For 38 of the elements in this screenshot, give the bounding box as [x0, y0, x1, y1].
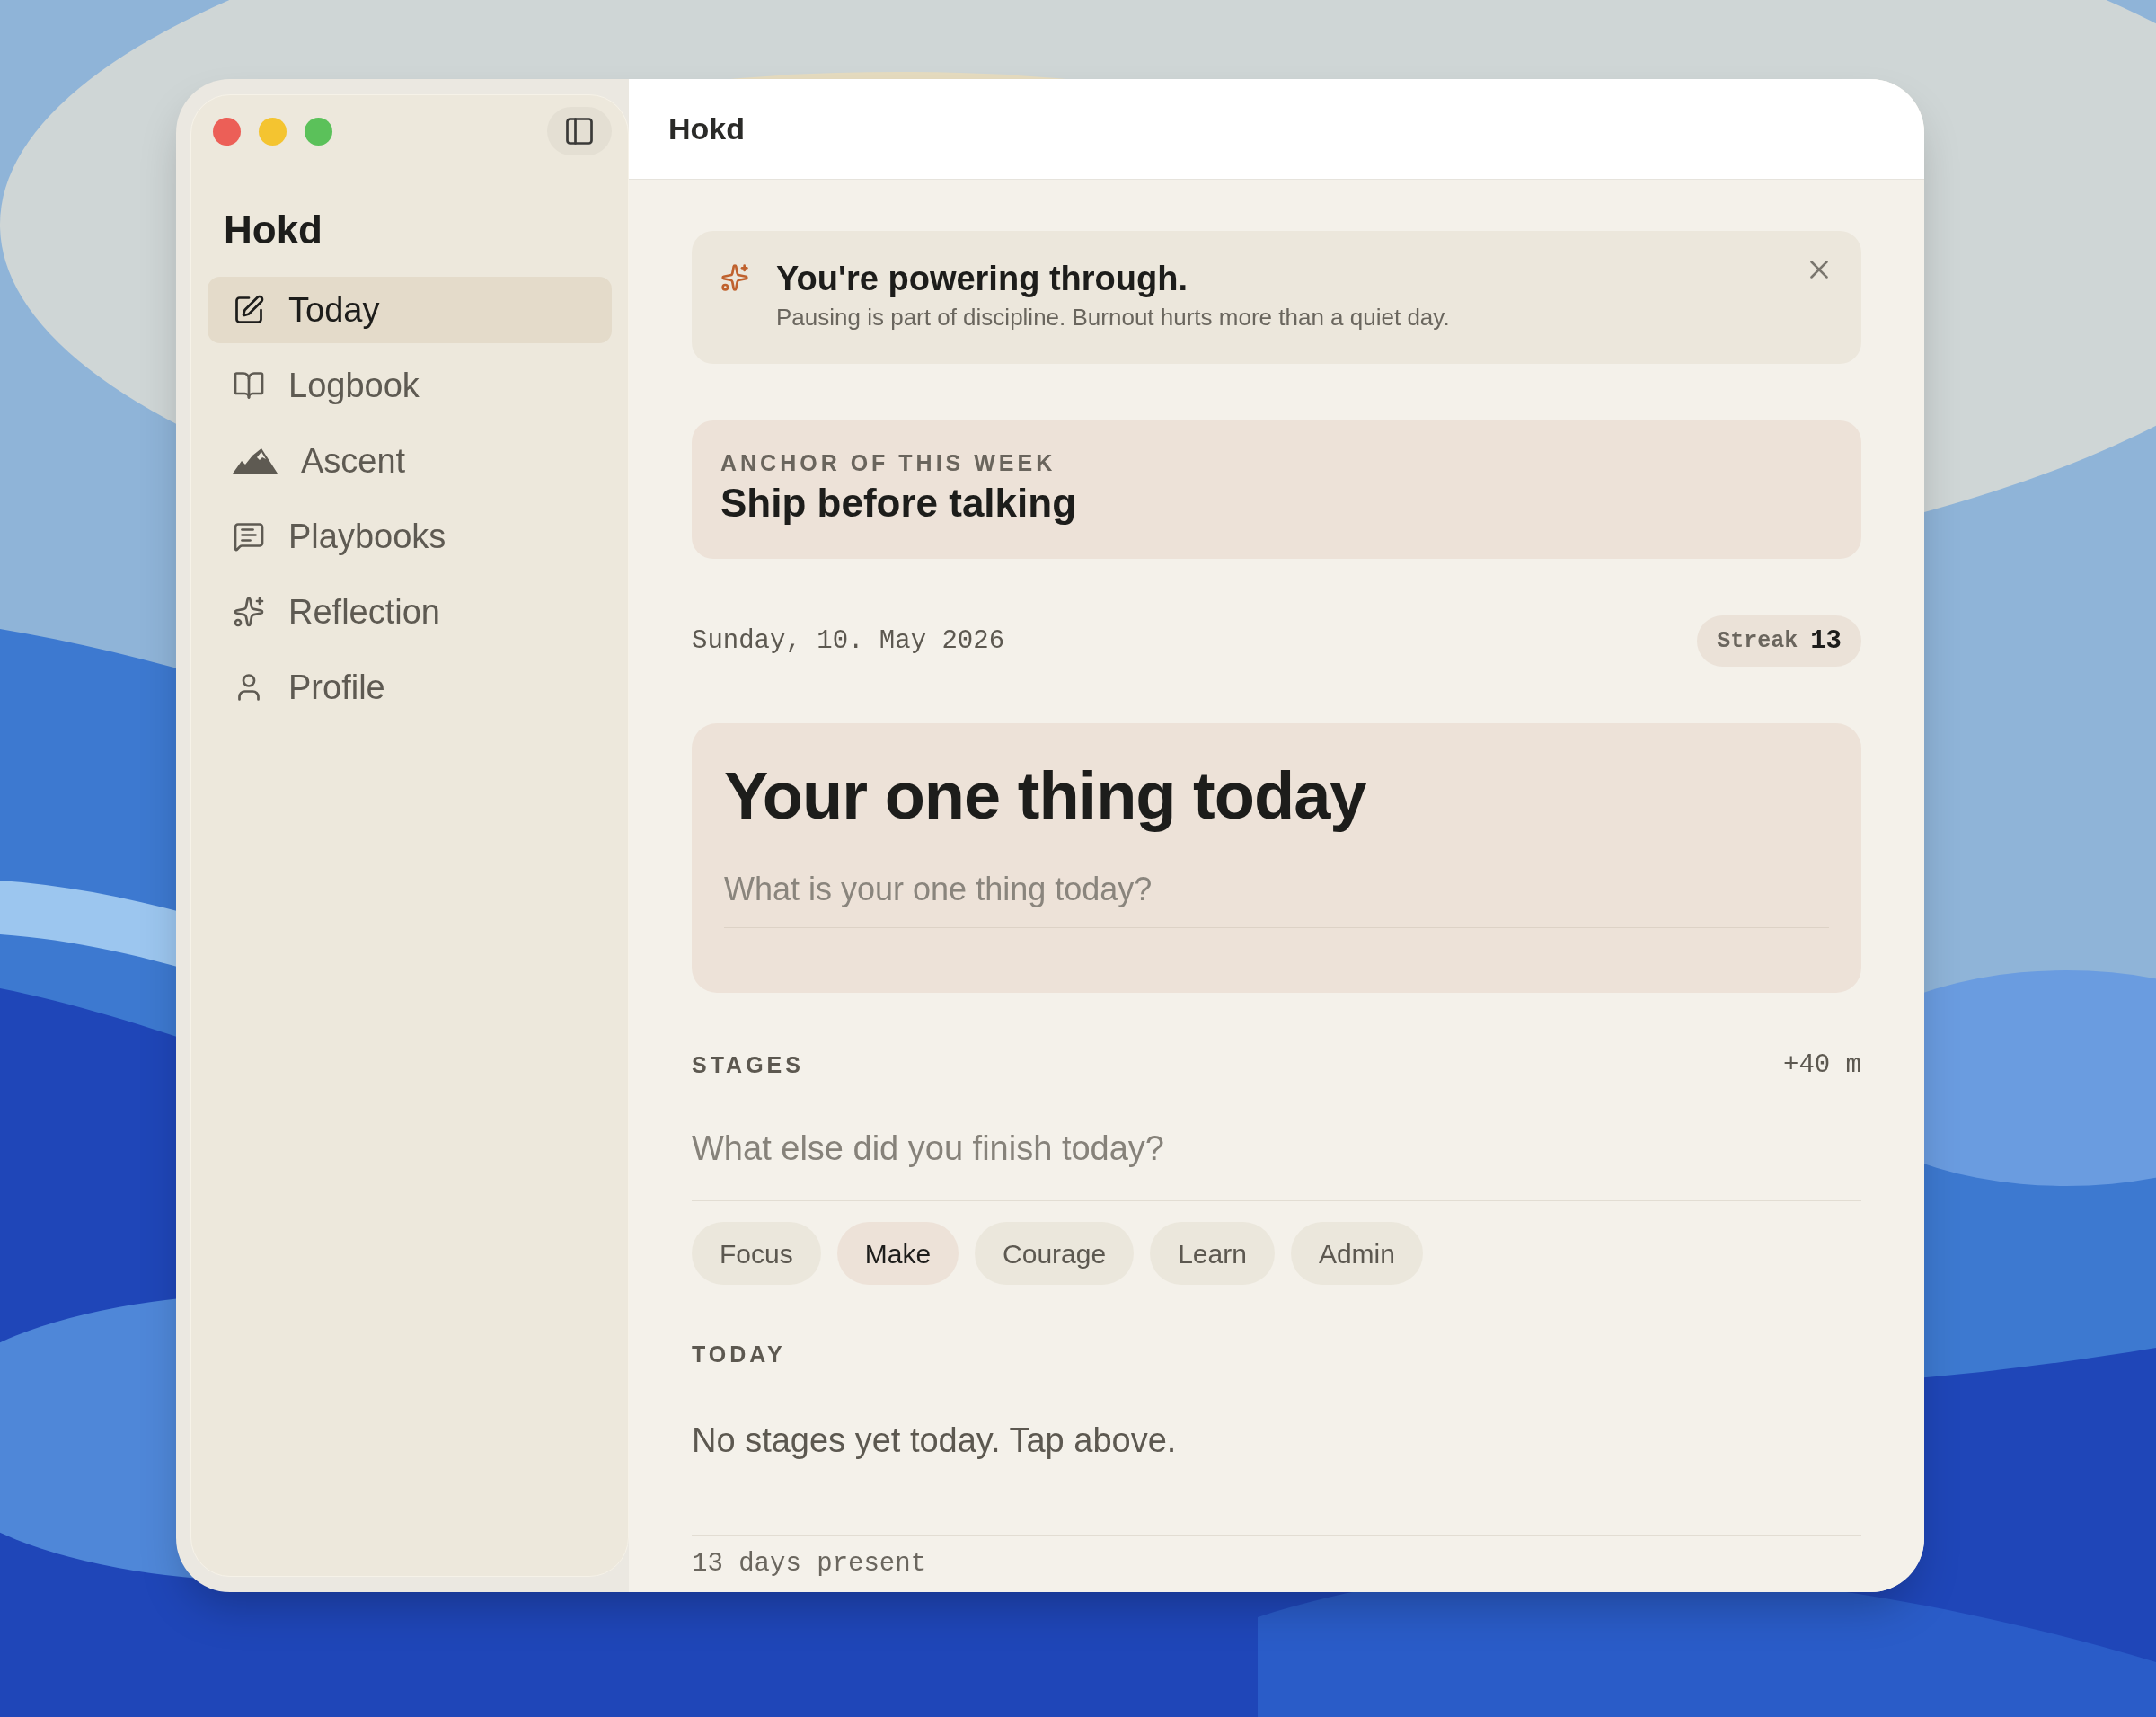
category-chip[interactable]: Focus [692, 1222, 821, 1285]
sidebar-title: Hokd [224, 207, 323, 253]
banner-message: Pausing is part of discipline. Burnout hurts more than a quiet day. [776, 303, 1450, 332]
sidebar-item[interactable]: Playbooks [208, 503, 612, 570]
book-icon [233, 369, 265, 402]
date-label: Sunday, 10. May 2026 [692, 624, 1005, 658]
close-window-button[interactable] [213, 117, 241, 146]
streak-count: 13 [1810, 624, 1842, 658]
category-chip[interactable]: Courage [975, 1222, 1135, 1285]
category-chip[interactable]: Make [836, 1222, 959, 1285]
pencil-square-icon [233, 294, 265, 326]
maximize-window-button[interactable] [305, 117, 332, 146]
anchor-label: ANCHOR OF THIS WEEK [720, 449, 1057, 477]
streak-label: Streak [1717, 626, 1798, 656]
sidebar-item[interactable]: Logbook [208, 352, 612, 419]
sidebar-icon [563, 115, 596, 147]
category-chip[interactable]: Admin [1290, 1222, 1423, 1285]
sparkles-icon [233, 596, 265, 628]
category-chip[interactable]: Learn [1150, 1222, 1275, 1285]
sidebar-item[interactable]: Ascent [208, 428, 612, 494]
anchor-title: Ship before talking [720, 480, 1078, 527]
one-thing-input[interactable]: What is your one thing today? [724, 851, 1829, 928]
sidebar-item[interactable]: Today [208, 277, 612, 343]
stages-total: +40 m [1783, 1049, 1861, 1083]
stage-input[interactable]: What else did you finish today? [692, 1096, 1861, 1201]
sidebar-item[interactable]: Profile [208, 654, 612, 721]
sidebar-item[interactable]: Reflection [208, 579, 612, 645]
window-title: Hokd [668, 111, 745, 147]
today-heading: TODAY [692, 1341, 786, 1369]
mountains-icon [233, 448, 278, 474]
one-thing-field[interactable]: Your one thing today What is your one thing today? [692, 723, 1861, 993]
speech-bubble-icon [233, 520, 265, 553]
days-present-label: 13 days present [692, 1549, 927, 1579]
stages-heading: STAGES [692, 1051, 804, 1080]
banner-title: You're powering through. [776, 259, 1188, 299]
sparkles-icon [720, 263, 749, 292]
empty-message: No stages yet today. Tap above. [692, 1420, 1177, 1461]
one-thing-title: Your one thing today [724, 757, 1367, 835]
